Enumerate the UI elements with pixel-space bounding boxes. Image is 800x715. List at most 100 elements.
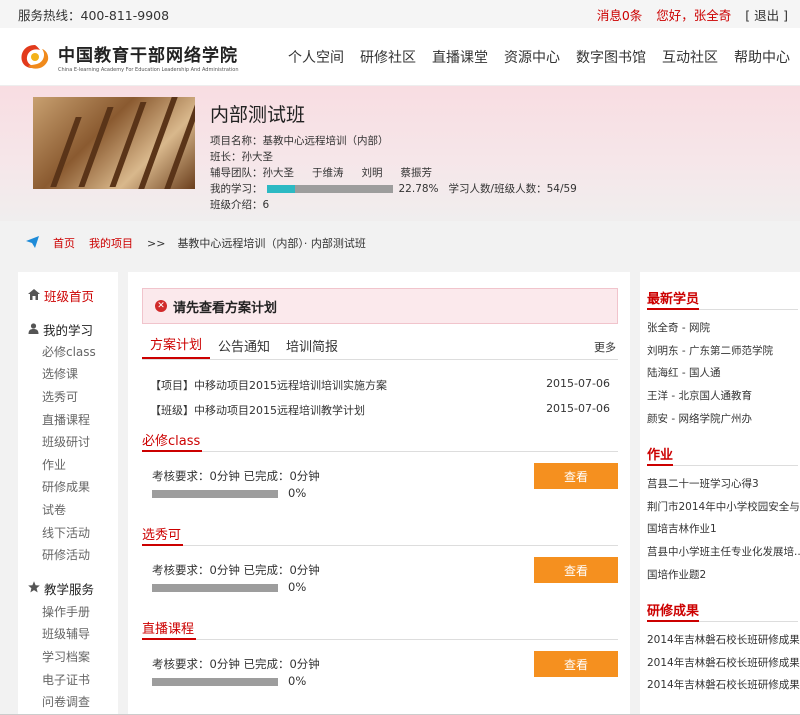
greeting-link[interactable]: 您好，张全奇 xyxy=(656,5,731,24)
list-item[interactable]: 刘明东 - 广东第二师范学院 xyxy=(647,339,800,362)
sidebar-my-study[interactable]: 我的学习 xyxy=(18,318,118,340)
sidebar-item-offline-activity[interactable]: 线下活动 xyxy=(18,521,118,544)
course-progress-percent: 0% xyxy=(288,674,307,688)
plan-alert: ✕ 请先查看方案计划 xyxy=(142,288,618,324)
class-sidebar: 班级首页 我的学习 必修class 选修课 选秀可 直播课程 班级研讨 作业 研… xyxy=(18,272,118,715)
view-button[interactable]: 查看 xyxy=(534,557,618,583)
site-header: 中国教育干部网络学院 China E-learning Academy For … xyxy=(0,28,800,86)
sidebar-item-study-archive[interactable]: 学习档案 xyxy=(18,645,118,668)
list-item[interactable]: 国培作业题2 xyxy=(647,563,800,586)
notice-item[interactable]: 【项目】中移动项目2015远程培训培训实施方案 2015-07-06 xyxy=(150,377,610,393)
nav-help-center[interactable]: 帮助中心 xyxy=(734,47,790,67)
sidebar-teaching-service[interactable]: 教学服务 xyxy=(18,578,118,600)
sidebar-item-required[interactable]: 必修class xyxy=(18,340,118,363)
notice-date: 2015-07-06 xyxy=(546,377,610,390)
class-info: 内部测试班 项目名称：基教中心远程培训（内部） 班长：孙大圣 辅导团队：孙大圣 于… xyxy=(210,100,577,213)
course-progress-percent: 0% xyxy=(288,580,307,594)
sidebar-item-survey[interactable]: 问卷调查 xyxy=(18,690,118,713)
nav-personal-space[interactable]: 个人空间 xyxy=(288,47,344,67)
messages-link[interactable]: 消息0条 xyxy=(597,5,642,24)
list-item[interactable]: 2014年吉林磐石校长班研修成果 xyxy=(647,674,800,697)
list-item[interactable]: 荆门市2014年中小学校园安全与... xyxy=(647,495,800,518)
list-item[interactable]: 陆海红 - 国人通 xyxy=(647,362,800,385)
breadcrumb-separator: >> xyxy=(147,236,166,250)
notice-date: 2015-07-06 xyxy=(546,402,610,415)
list-item[interactable]: 2014年吉林磐石校长班研修成果 xyxy=(647,651,800,674)
class-monitor: 班长：孙大圣 xyxy=(210,151,273,163)
latest-students-list: 张全奇 - 网院 刘明东 - 广东第二师范学院 陆海红 - 国人通 王洋 - 北… xyxy=(647,310,800,430)
nav-interactive-community[interactable]: 互动社区 xyxy=(662,47,718,67)
sidebar-item-manual[interactable]: 操作手册 xyxy=(18,600,118,623)
tab-announcements[interactable]: 公告通知 xyxy=(210,336,278,359)
notice-item[interactable]: 【班级】中移动项目2015远程培训教学计划 2015-07-06 xyxy=(150,402,610,418)
notice-title[interactable]: 【项目】中移动项目2015远程培训培训实施方案 xyxy=(150,377,387,393)
list-item[interactable]: 张全奇 - 网院 xyxy=(647,316,800,339)
home-icon xyxy=(28,288,40,303)
main-nav: 个人空间 研修社区 直播课堂 资源中心 数字图书馆 互动社区 帮助中心 xyxy=(288,47,790,67)
paper-plane-icon xyxy=(26,235,39,251)
study-count: 学习人数/班级人数：54/59 xyxy=(448,183,577,195)
sidebar-item-homework[interactable]: 作业 xyxy=(18,453,118,476)
nav-research-community[interactable]: 研修社区 xyxy=(360,47,416,67)
nav-live-classroom[interactable]: 直播课堂 xyxy=(432,47,488,67)
list-item[interactable]: 莒县二十一班学习心得3 xyxy=(647,472,800,495)
tutor-name: 蔡振芳 xyxy=(400,167,433,179)
right-column: 最新学员 张全奇 - 网院 刘明东 - 广东第二师范学院 陆海红 - 国人通 王… xyxy=(640,272,800,715)
sidebar-item-certificate[interactable]: 电子证书 xyxy=(18,668,118,691)
main-content: ✕ 请先查看方案计划 方案计划 公告通知 培训简报 更多 【项目】中移动项目20… xyxy=(128,272,630,715)
breadcrumb-home[interactable]: 首页 xyxy=(53,235,75,251)
more-link[interactable]: 更多 xyxy=(594,339,616,355)
sidebar-item-class-tutoring[interactable]: 班级辅导 xyxy=(18,623,118,646)
notice-title[interactable]: 【班级】中移动项目2015远程培训教学计划 xyxy=(150,402,365,418)
star-icon xyxy=(28,581,40,596)
homework-list: 莒县二十一班学习心得3 荆门市2014年中小学校园安全与... 国培吉林作业1 … xyxy=(647,466,800,586)
breadcrumb: 首页 我的项目 >> 基教中心远程培训（内部）· 内部测试班 xyxy=(18,232,800,254)
logo-cn: 中国教育干部网络学院 xyxy=(58,45,238,66)
list-item[interactable]: 莒县中小学班主任专业化发展培... xyxy=(647,540,800,563)
latest-students-title: 最新学员 xyxy=(647,288,798,310)
breadcrumb-current: 基教中心远程培训（内部）· 内部测试班 xyxy=(177,237,366,250)
view-button[interactable]: 查看 xyxy=(534,463,618,489)
tutor-name: 孙大圣 xyxy=(262,167,295,179)
course-progress-live: 考核要求：0分钟 已完成：0分钟 0% 查看 xyxy=(152,651,618,692)
sidebar-item-research-activity[interactable]: 研修活动 xyxy=(18,543,118,566)
nav-digital-library[interactable]: 数字图书馆 xyxy=(576,47,646,67)
sidebar-item-live-course[interactable]: 直播课程 xyxy=(18,408,118,431)
user-links: 消息0条 您好，张全奇 [ 退出 ] xyxy=(597,5,788,24)
logo-en: China E-learning Academy For Education L… xyxy=(58,66,239,73)
class-banner: 内部测试班 项目名称：基教中心远程培训（内部） 班长：孙大圣 辅导团队：孙大圣 于… xyxy=(0,86,800,221)
list-item[interactable]: 王洋 - 北京国人通教育 xyxy=(647,384,800,407)
class-cover-image xyxy=(33,97,195,189)
view-button[interactable]: 查看 xyxy=(534,651,618,677)
list-item[interactable]: 颜安 - 网络学院广州办 xyxy=(647,407,800,430)
homework-title-text: 作业 xyxy=(647,444,674,466)
sidebar-class-home[interactable]: 班级首页 xyxy=(18,284,118,306)
section-title-text: 选秀可 xyxy=(142,524,184,546)
tab-plan[interactable]: 方案计划 xyxy=(142,334,211,359)
logo-text: 中国教育干部网络学院 China E-learning Academy For … xyxy=(58,41,239,73)
sidebar-item-research-results[interactable]: 研修成果 xyxy=(18,476,118,499)
nav-resource-center[interactable]: 资源中心 xyxy=(504,47,560,67)
course-progress-bar xyxy=(152,490,278,498)
sidebar-my-study-label: 我的学习 xyxy=(43,322,94,338)
course-progress-bar xyxy=(152,678,278,686)
list-item[interactable]: 2014年吉林磐石校长班研修成果 xyxy=(647,628,800,651)
tab-briefing[interactable]: 培训简报 xyxy=(278,336,346,359)
plan-alert-text: 请先查看方案计划 xyxy=(173,300,278,316)
course-progress-xuanxiuke: 考核要求：0分钟 已完成：0分钟 0% 查看 xyxy=(152,557,618,598)
sidebar-item-xuanxiuke[interactable]: 选秀可 xyxy=(18,385,118,408)
project-name: 项目名称：基教中心远程培训（内部） xyxy=(210,135,389,147)
latest-students-title-text: 最新学员 xyxy=(647,288,700,310)
breadcrumb-my-projects[interactable]: 我的项目 xyxy=(89,235,133,251)
sidebar-item-exam[interactable]: 试卷 xyxy=(18,498,118,521)
logo-swirl-icon xyxy=(18,42,52,72)
section-title-required: 必修class xyxy=(142,430,618,452)
sidebar-item-elective[interactable]: 选修课 xyxy=(18,363,118,386)
service-hotline: 服务热线：400-811-9908 xyxy=(18,7,170,23)
list-item[interactable]: 国培吉林作业1 xyxy=(647,518,800,541)
sidebar-teaching-service-label: 教学服务 xyxy=(44,582,95,598)
site-logo[interactable]: 中国教育干部网络学院 China E-learning Academy For … xyxy=(18,41,239,73)
logout-link[interactable]: [ 退出 ] xyxy=(745,5,788,24)
sidebar-item-class-discussion[interactable]: 班级研讨 xyxy=(18,430,118,453)
user-icon xyxy=(28,322,39,337)
